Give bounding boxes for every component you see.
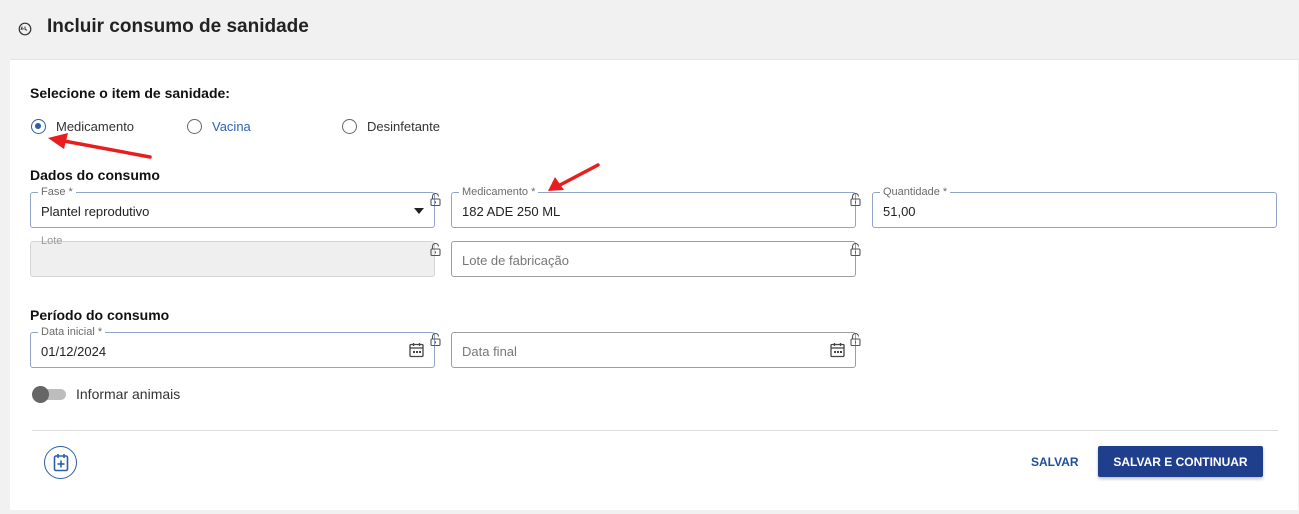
periodo-section-title: Período do consumo: [30, 307, 170, 323]
radio-label: Vacina: [212, 119, 251, 134]
medicamento-field[interactable]: Medicamento * 182 ADE 250 ML: [451, 186, 856, 228]
lote-fabricacao-placeholder: Lote de fabricação: [462, 253, 569, 268]
radio-unchecked-icon: [187, 119, 202, 134]
calendar-icon[interactable]: [409, 342, 424, 358]
unlock-icon[interactable]: [850, 243, 861, 256]
fase-select[interactable]: Fase * Plantel reprodutivo: [30, 186, 435, 228]
caret-down-icon[interactable]: [414, 208, 424, 214]
history-back-icon[interactable]: [18, 22, 32, 36]
medicamento-legend: Medicamento *: [459, 186, 539, 198]
medicamento-value: 182 ADE 250 ML: [462, 204, 561, 219]
unlock-icon[interactable]: [430, 333, 441, 346]
toggle-knob: [32, 386, 49, 403]
data-inicial-legend: Data inicial *: [38, 326, 106, 338]
add-calendar-button[interactable]: [44, 446, 77, 479]
fase-legend: Fase *: [38, 186, 76, 198]
save-button[interactable]: SALVAR: [1031, 455, 1079, 469]
item-section-title: Selecione o item de sanidade:: [30, 85, 230, 101]
quantidade-field[interactable]: Quantidade * 51,00: [872, 186, 1277, 228]
form-card: Selecione o item de sanidade: Medicament…: [10, 59, 1298, 510]
page-header: Incluir consumo de sanidade: [0, 0, 1299, 58]
unlock-icon[interactable]: [430, 243, 441, 256]
data-final-field[interactable]: Data final: [451, 332, 856, 368]
data-final-placeholder: Data final: [462, 344, 517, 359]
annotation-arrow-icon: [48, 133, 152, 159]
data-inicial-value: 01/12/2024: [41, 344, 107, 359]
unlock-icon[interactable]: [850, 333, 861, 346]
radio-desinfetante[interactable]: Desinfetante: [342, 119, 440, 134]
page-title: Incluir consumo de sanidade: [47, 16, 309, 37]
radio-label: Desinfetante: [367, 119, 440, 134]
informar-animais-toggle[interactable]: [32, 386, 66, 403]
save-and-continue-button[interactable]: SALVAR E CONTINUAR: [1098, 446, 1263, 477]
calendar-plus-icon: [53, 454, 69, 472]
data-inicial-field[interactable]: Data inicial * 01/12/2024: [30, 326, 435, 368]
informar-animais-label: Informar animais: [76, 386, 181, 402]
lote-fabricacao-field[interactable]: Lote de fabricação: [451, 241, 856, 277]
radio-unchecked-icon: [342, 119, 357, 134]
calendar-icon[interactable]: [830, 342, 845, 358]
consumo-section-title: Dados do consumo: [30, 167, 160, 183]
annotation-arrow-icon: [548, 163, 600, 191]
lote-field: Lote: [30, 235, 435, 277]
divider: [32, 430, 1278, 431]
unlock-icon[interactable]: [850, 193, 861, 206]
quantidade-value: 51,00: [883, 204, 916, 219]
quantidade-legend: Quantidade *: [880, 186, 951, 198]
lote-legend: Lote: [41, 235, 63, 247]
fase-value: Plantel reprodutivo: [41, 204, 150, 219]
unlock-icon[interactable]: [430, 193, 441, 206]
radio-vacina[interactable]: Vacina: [187, 119, 251, 134]
